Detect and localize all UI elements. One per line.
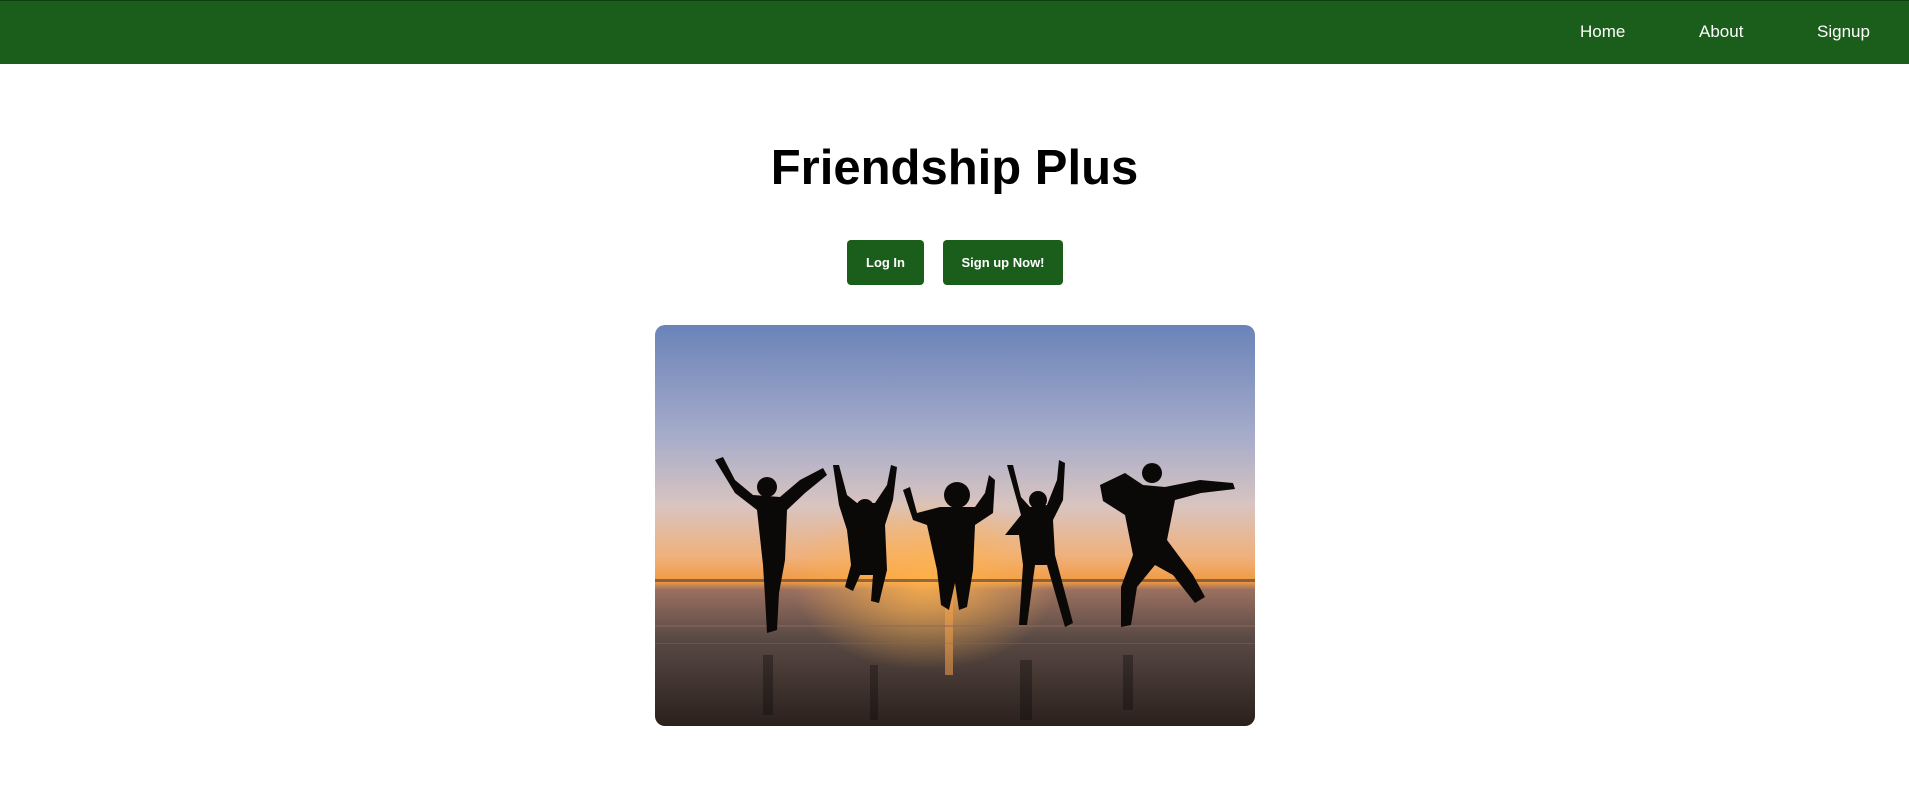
signup-now-button[interactable]: Sign up Now! <box>943 240 1063 285</box>
top-navbar: Home About Signup <box>0 0 1909 64</box>
page-title: Friendship Plus <box>770 141 1139 195</box>
login-button[interactable]: Log In <box>847 240 924 285</box>
hero-image <box>655 325 1255 726</box>
nav-link-about[interactable]: About <box>1699 22 1743 42</box>
nav-link-signup[interactable]: Signup <box>1817 22 1870 42</box>
nav-link-home[interactable]: Home <box>1580 22 1625 42</box>
friends-jumping-beach-sunset-image <box>655 325 1255 726</box>
